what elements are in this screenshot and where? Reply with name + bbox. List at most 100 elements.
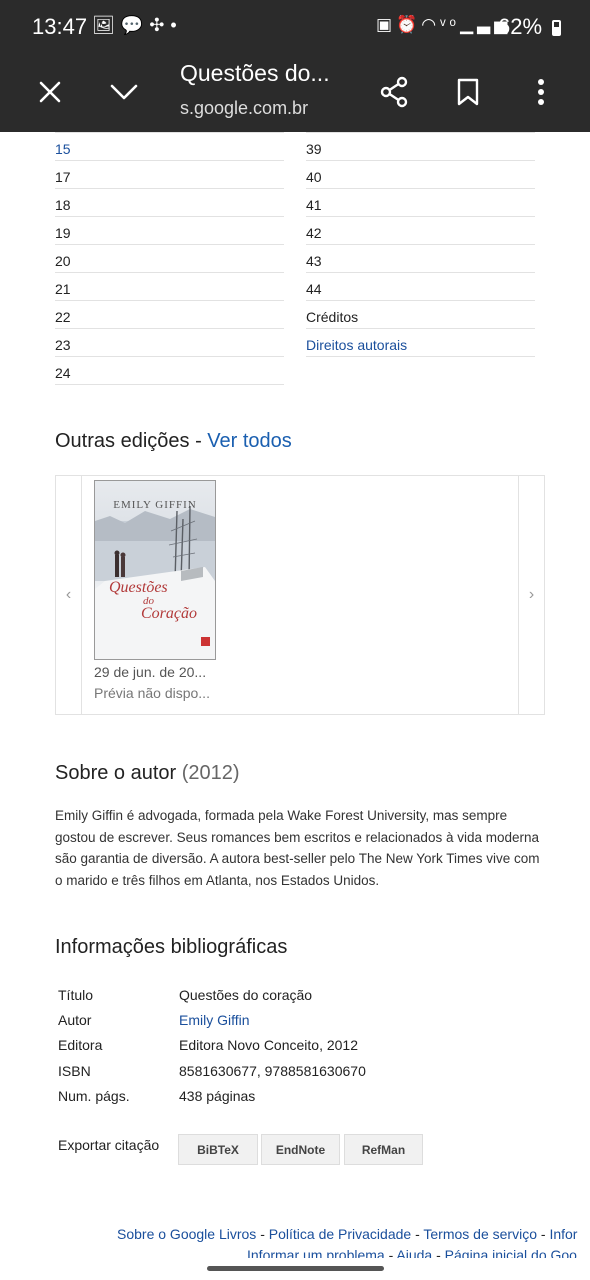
bookmark-button[interactable] [446,70,490,114]
toc-item: 17 [55,161,284,189]
bibliographic-value: Questões do coração [179,986,313,1003]
bibliographic-row: Título Questões do coração [58,982,366,1007]
page-title: Questões do... [180,60,330,86]
alarm-icon: ⏰ [396,15,422,34]
toc-item: 20 [55,245,284,273]
page-content: 15 17 18 19 20 21 22 23 24 39 40 41 42 43 44 Créditos D… [0,132,590,1258]
pinwheel-icon: ✣ [149,15,171,35]
more-vert-icon [538,79,544,105]
edition-date: 29 de jun. de 20... [94,664,207,680]
footer-links: Sobre o Google Livros - Política de Priv… [117,1224,577,1258]
author-bio: Emily Giffin é advogada, formada pela Wa… [55,808,540,888]
about-author-label: Sobre o autor [55,762,177,784]
toc-item: 22 [55,301,284,329]
chat-icon: 💬 [120,15,150,35]
bibliographic-row: Autor Emily Giffin [58,1007,366,1032]
footer-link[interactable]: Ajuda [396,1247,432,1258]
carousel-prev-button[interactable]: ‹ [56,476,82,714]
footer-link[interactable]: Política de Privacidade [269,1226,411,1242]
footer-link[interactable]: Página inicial do Goo [445,1247,577,1258]
toc-item[interactable]: Direitos autorais [306,329,535,357]
cover-illustration [95,505,215,659]
other-editions-label: Outras edições - [55,430,202,452]
more-options-button[interactable] [519,70,563,114]
toc-item: 39 [306,132,535,161]
status-bar: 13:47 🖼💬✣• ▣⏰◠ᵛᵒ▁▃▅ 62% [0,0,590,56]
close-button[interactable] [28,70,72,114]
bibliographic-row: Editora Editora Novo Conceito, 2012 [58,1033,366,1058]
carousel-next-button[interactable]: › [518,476,544,714]
bookmark-icon [457,78,479,106]
about-author-year: (2012) [181,762,240,784]
toc-item[interactable]: 15 [55,132,284,161]
bibliographic-value: 8581630677, 9788581630670 [179,1062,366,1079]
bibliographic-value: 438 páginas [179,1088,256,1105]
close-icon [39,81,61,103]
share-icon [380,76,408,108]
toc-item: 43 [306,245,535,273]
bibliographic-info-heading: Informações bibliográficas [55,936,288,958]
browser-toolbar: Questões do... s.google.com.br [0,56,590,132]
publisher-logo [201,637,210,646]
status-time: 13:47 [32,14,88,39]
bibliographic-row: ISBN 8581630677, 9788581630670 [58,1058,366,1083]
footer-line-1: Sobre o Google Livros - Política de Priv… [117,1224,577,1245]
toc-column-left: 15 17 18 19 20 21 22 23 24 [55,132,284,385]
home-gesture-handle[interactable] [207,1266,384,1271]
bibliographic-row: Num. págs. 438 páginas [58,1084,366,1109]
dot-icon: • [170,15,183,35]
footer-link[interactable]: Sobre o Google Livros [117,1226,256,1242]
footer-line-2: Informar um problema - Ajuda - Página in… [117,1245,577,1258]
toc-item: 24 [55,357,284,385]
editions-carousel: ‹ EMILY GIFFIN Questões do Coração 29 de… [55,475,545,715]
cover-title-line1: Questões [109,579,168,596]
wifi-icon: ◠ [421,15,441,34]
footer-separator: - [256,1226,269,1242]
bibliographic-key: Autor [58,1012,92,1029]
bibliographic-table: Título Questões do coração Autor Emily Giff… [58,982,366,1109]
collapse-button[interactable] [102,70,146,114]
toc-item: 19 [55,217,284,245]
export-citation-label: Exportar citação [58,1137,160,1153]
image-icon: 🖼 [92,15,121,35]
notification-icons: 🖼💬✣• [92,15,183,36]
footer-separator: - [411,1226,424,1242]
footer-separator: - [384,1247,397,1258]
see-all-link[interactable]: Ver todos [207,430,292,452]
bibliographic-value: Editora Novo Conceito, 2012 [179,1037,358,1054]
system-icons: ▣⏰◠ᵛᵒ▁▃▅ [376,15,511,35]
footer-link[interactable]: Infor [549,1226,577,1242]
toc-item: 40 [306,161,535,189]
footer-separator: - [536,1226,550,1242]
gesture-bar [0,1258,590,1280]
nfc-icon: ▣ [376,15,397,34]
export-endnote-button[interactable]: EndNote [261,1134,340,1165]
toc-item: 23 [55,329,284,357]
chevron-down-icon [110,84,138,100]
about-author-heading: Sobre o autor (2012) [55,762,240,785]
bibliographic-key: Num. págs. [58,1088,130,1105]
footer-separator: - [432,1247,445,1258]
toc-item: Créditos [306,301,535,329]
bibliographic-key: Título [58,986,94,1003]
other-editions-heading: Outras edições - Ver todos [55,430,292,453]
toc-item: 41 [306,189,535,217]
share-button[interactable] [372,70,416,114]
battery-percent: 62% [498,14,543,39]
footer-link[interactable]: Termos de serviço [423,1226,537,1242]
toc-item: 44 [306,273,535,301]
footer-link[interactable]: Informar um problema [247,1247,385,1258]
export-refman-button[interactable]: RefMan [344,1134,423,1165]
bibliographic-key: Editora [58,1037,103,1054]
toc-column-right: 39 40 41 42 43 44 Créditos Direitos autorais [306,132,535,357]
toc-item: 18 [55,189,284,217]
volte-icon: ᵛᵒ [440,15,460,34]
bibliographic-value[interactable]: Emily Giffin [179,1007,366,1032]
page-url: s.google.com.br [180,98,309,118]
export-bibtex-button[interactable]: BiBTeX [178,1134,258,1165]
bibliographic-key: ISBN [58,1062,91,1079]
toc-item: 21 [55,273,284,301]
edition-cover[interactable]: EMILY GIFFIN Questões do Coração [94,480,216,660]
cover-title-line3: Coração [141,605,197,622]
battery-icon [552,20,561,36]
